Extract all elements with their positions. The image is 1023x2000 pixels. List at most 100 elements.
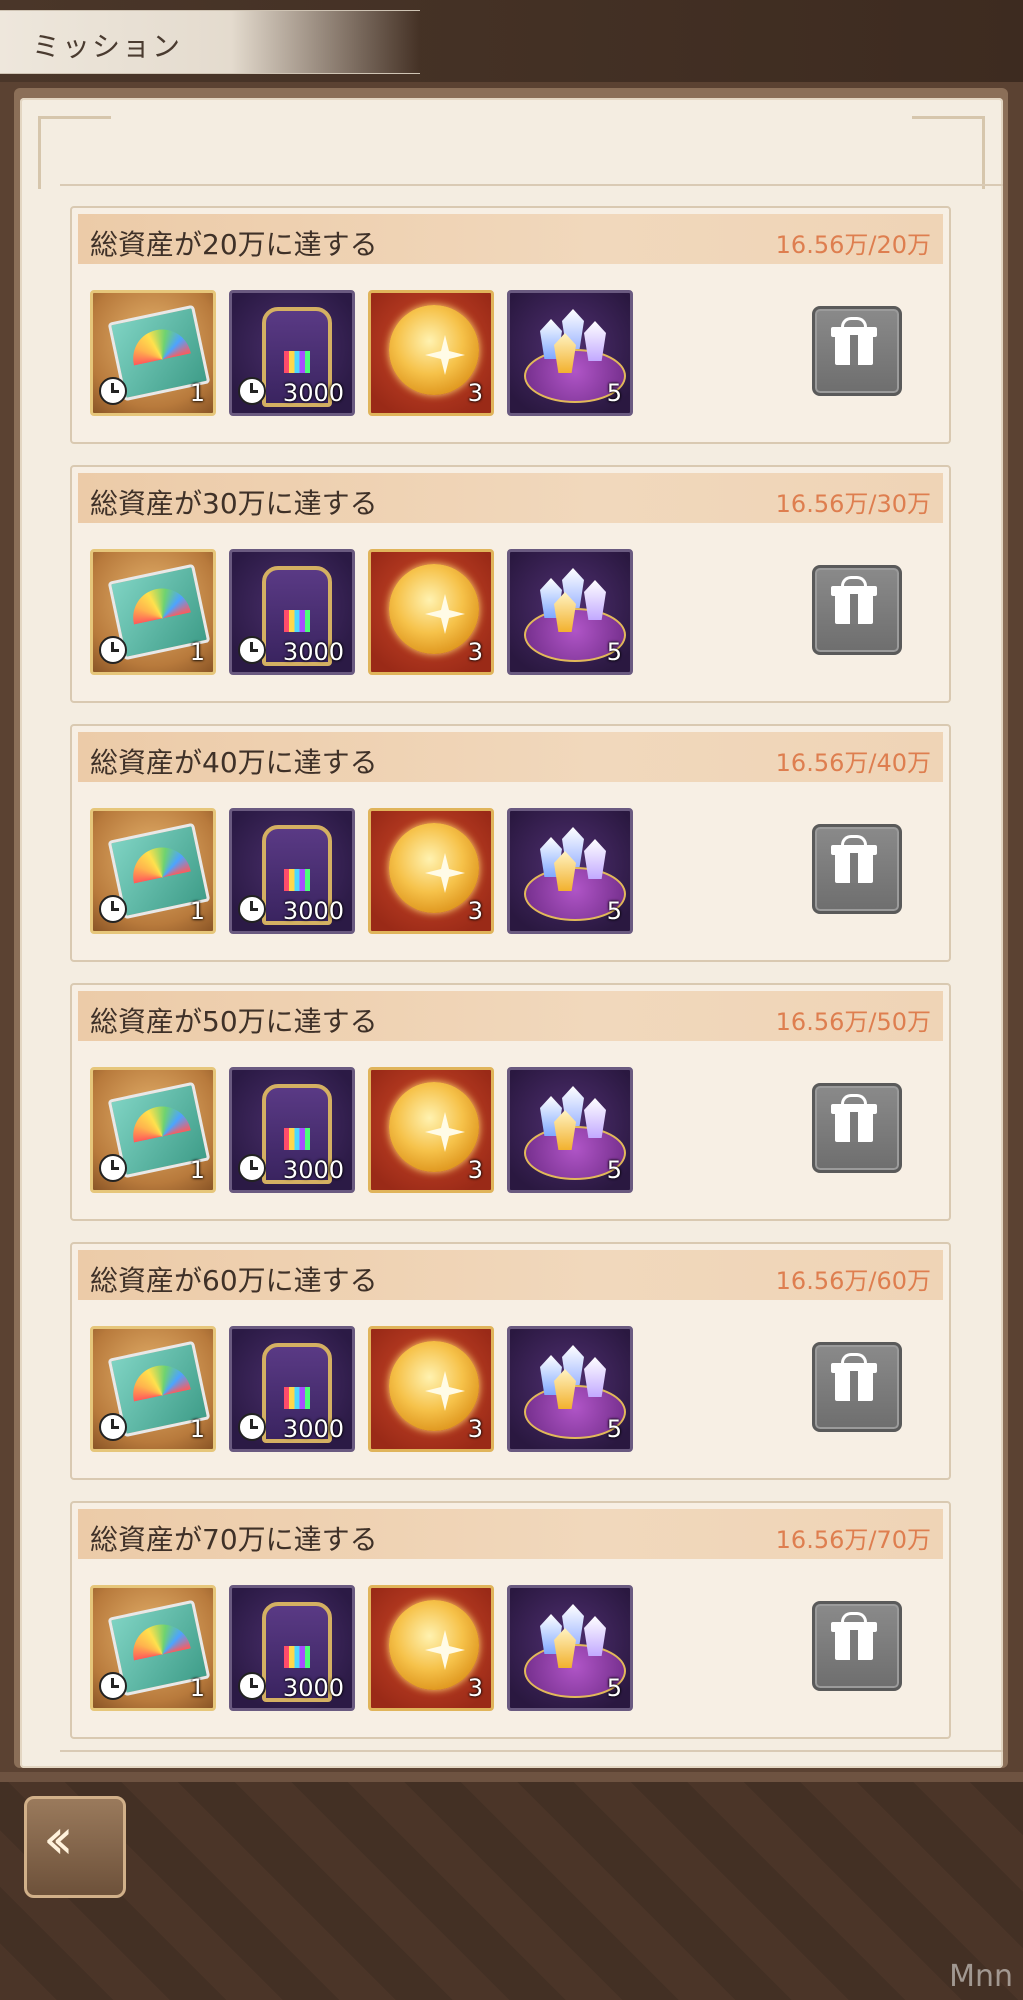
reward-rainbow-ticket[interactable]: 1 <box>90 549 216 675</box>
reward-golden-orb[interactable]: 3 <box>368 808 494 934</box>
reward-count: 3000 <box>282 638 344 666</box>
reward-count: 3 <box>467 897 483 925</box>
reward-count: 3 <box>467 1156 483 1184</box>
claim-gift-button[interactable] <box>812 1601 902 1691</box>
claim-gift-button[interactable] <box>812 306 902 396</box>
reward-golden-orb[interactable]: 3 <box>368 1585 494 1711</box>
clock-icon <box>238 377 266 405</box>
golden-orb-icon <box>389 1341 479 1431</box>
mission-card: 総資産が70万に達する 16.56万/70万 1 3000 3 5 <box>70 1501 951 1739</box>
clock-icon <box>238 636 266 664</box>
reward-golden-orb[interactable]: 3 <box>368 1067 494 1193</box>
reward-count: 1 <box>189 1674 205 1702</box>
mission-header: 総資産が40万に達する 16.56万/40万 <box>78 732 943 782</box>
reward-count: 1 <box>189 638 205 666</box>
mission-header: 総資産が70万に達する 16.56万/70万 <box>78 1509 943 1559</box>
mission-title: 総資産が20万に達する <box>90 228 378 261</box>
mission-progress: 16.56万/60万 <box>775 1267 931 1295</box>
claim-gift-button[interactable] <box>812 824 902 914</box>
reward-golden-orb[interactable]: 3 <box>368 1326 494 1452</box>
corner-ornament-left <box>38 116 111 189</box>
back-button[interactable]: ‹‹ <box>24 1796 126 1898</box>
reward-count: 1 <box>189 897 205 925</box>
reward-gem-cushion[interactable]: 5 <box>507 1585 633 1711</box>
mission-title: 総資産が50万に達する <box>90 1005 378 1038</box>
clock-icon <box>238 1672 266 1700</box>
gift-icon <box>841 317 867 327</box>
reward-count: 5 <box>606 379 622 407</box>
reward-count: 1 <box>189 1156 205 1184</box>
clock-icon <box>238 895 266 923</box>
mission-title: 総資産が70万に達する <box>90 1523 378 1556</box>
reward-stamina-frame[interactable]: 3000 <box>229 290 355 416</box>
clock-icon <box>238 1413 266 1441</box>
reward-count: 3 <box>467 638 483 666</box>
reward-gem-cushion[interactable]: 5 <box>507 808 633 934</box>
watermark: Mnn <box>949 1959 1013 1994</box>
reward-count: 5 <box>606 638 622 666</box>
mission-title: 総資産が60万に達する <box>90 1264 378 1297</box>
claim-gift-button[interactable] <box>812 1342 902 1432</box>
reward-rainbow-ticket[interactable]: 1 <box>90 1067 216 1193</box>
reward-count: 3000 <box>282 1415 344 1443</box>
gift-icon <box>841 1353 867 1363</box>
bottom-bar <box>0 1772 1023 2000</box>
mission-header: 総資産が50万に達する 16.56万/50万 <box>78 991 943 1041</box>
gift-icon <box>841 576 867 586</box>
reward-count: 3000 <box>282 897 344 925</box>
clock-icon <box>99 1413 127 1441</box>
page-title: ミッション <box>32 30 183 63</box>
claim-gift-button[interactable] <box>812 1083 902 1173</box>
mission-title: 総資産が40万に達する <box>90 746 378 779</box>
golden-orb-icon <box>389 1600 479 1690</box>
reward-rainbow-ticket[interactable]: 1 <box>90 290 216 416</box>
reward-gem-cushion[interactable]: 5 <box>507 290 633 416</box>
reward-gem-cushion[interactable]: 5 <box>507 549 633 675</box>
reward-gem-cushion[interactable]: 5 <box>507 1326 633 1452</box>
golden-orb-icon <box>389 1082 479 1172</box>
clock-icon <box>99 377 127 405</box>
claim-gift-button[interactable] <box>812 565 902 655</box>
panel-divider-bottom <box>60 1750 1003 1752</box>
reward-rainbow-ticket[interactable]: 1 <box>90 808 216 934</box>
reward-gem-cushion[interactable]: 5 <box>507 1067 633 1193</box>
reward-count: 1 <box>189 379 205 407</box>
top-bar: ミッション <box>0 0 1023 82</box>
panel-divider-top <box>60 184 1003 186</box>
mission-card: 総資産が20万に達する 16.56万/20万 1 3000 3 5 <box>70 206 951 444</box>
corner-ornament-right <box>912 116 985 189</box>
reward-stamina-frame[interactable]: 3000 <box>229 1585 355 1711</box>
reward-golden-orb[interactable]: 3 <box>368 549 494 675</box>
mission-progress: 16.56万/50万 <box>775 1008 931 1036</box>
reward-stamina-frame[interactable]: 3000 <box>229 1067 355 1193</box>
golden-orb-icon <box>389 823 479 913</box>
reward-rainbow-ticket[interactable]: 1 <box>90 1585 216 1711</box>
reward-count: 3000 <box>282 379 344 407</box>
reward-count: 3 <box>467 1415 483 1443</box>
reward-count: 1 <box>189 1415 205 1443</box>
mission-card: 総資産が50万に達する 16.56万/50万 1 3000 3 5 <box>70 983 951 1221</box>
clock-icon <box>99 1154 127 1182</box>
mission-progress: 16.56万/70万 <box>775 1526 931 1554</box>
mission-progress: 16.56万/30万 <box>775 490 931 518</box>
reward-rainbow-ticket[interactable]: 1 <box>90 1326 216 1452</box>
mission-header: 総資産が20万に達する 16.56万/20万 <box>78 214 943 264</box>
reward-stamina-frame[interactable]: 3000 <box>229 808 355 934</box>
reward-stamina-frame[interactable]: 3000 <box>229 1326 355 1452</box>
gift-icon <box>841 1094 867 1104</box>
reward-count: 5 <box>606 1415 622 1443</box>
reward-golden-orb[interactable]: 3 <box>368 290 494 416</box>
reward-stamina-frame[interactable]: 3000 <box>229 549 355 675</box>
mission-progress: 16.56万/20万 <box>775 231 931 259</box>
mission-header: 総資産が60万に達する 16.56万/60万 <box>78 1250 943 1300</box>
clock-icon <box>99 636 127 664</box>
mission-header: 総資産が30万に達する 16.56万/30万 <box>78 473 943 523</box>
clock-icon <box>99 1672 127 1700</box>
title-plate: ミッション <box>0 10 420 74</box>
gift-icon <box>841 835 867 845</box>
clock-icon <box>99 895 127 923</box>
golden-orb-icon <box>389 564 479 654</box>
gift-icon <box>841 1612 867 1622</box>
golden-orb-icon <box>389 305 479 395</box>
reward-count: 5 <box>606 897 622 925</box>
